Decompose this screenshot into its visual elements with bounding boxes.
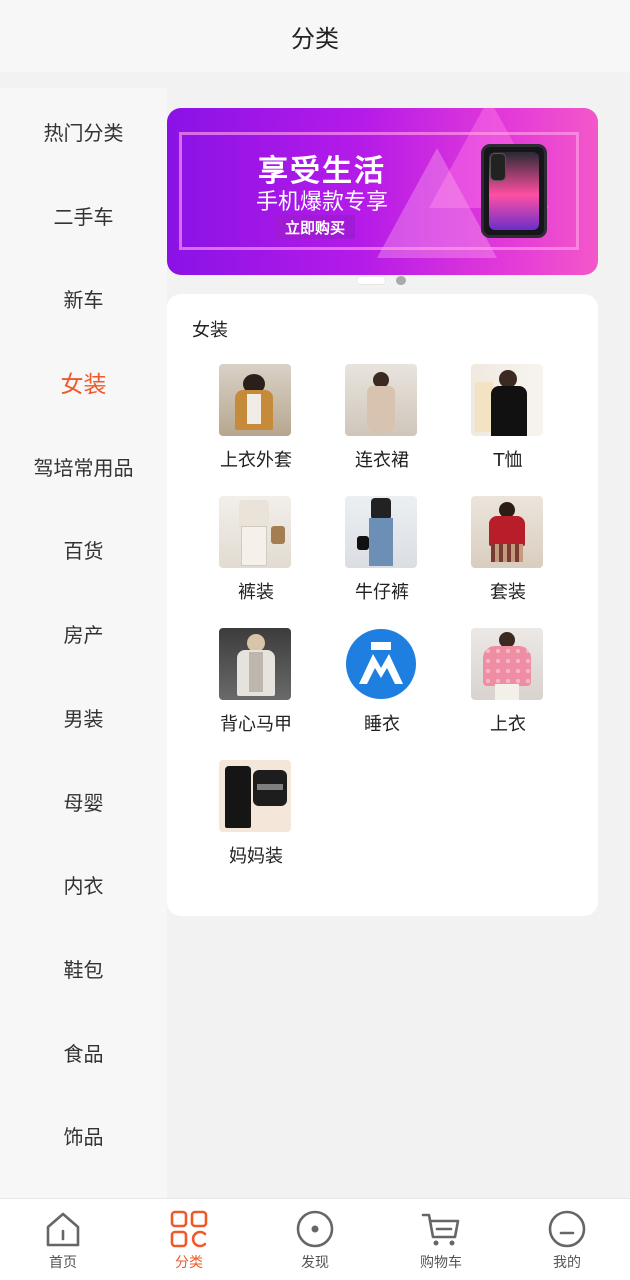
banner-subtitle: 手机爆款专享 (255, 190, 388, 215)
category-sidebar: 热门分类 二手车 新车 女装 驾培常用品 百货 房产 男装 母婴 内衣 鞋包 食… (0, 88, 167, 1198)
tab-discover[interactable]: 发现 (252, 1199, 378, 1280)
cart-icon (421, 1213, 460, 1246)
tab-label: 分类 (175, 1255, 203, 1271)
carousel-indicator[interactable] (356, 275, 416, 287)
subcategory-label: 套装 (490, 582, 526, 603)
dress-thumbnail (345, 364, 417, 436)
sidebar-item-baby[interactable]: 母婴 (0, 776, 167, 826)
subcategory-label: 上衣外套 (220, 450, 292, 471)
subcategory-item[interactable]: 上衣 (453, 628, 563, 748)
carousel-dot[interactable] (396, 276, 406, 285)
sidebar-item-underwear[interactable]: 内衣 (0, 859, 167, 909)
subcategory-item[interactable]: T恤 (453, 364, 563, 484)
subcategory-item[interactable]: 睡衣 (327, 628, 437, 748)
pink-sweater-thumbnail (471, 628, 543, 700)
subcategory-item[interactable]: 连衣裙 (327, 364, 437, 484)
subcategory-label: 裤装 (238, 582, 274, 603)
tab-label: 我的 (553, 1255, 581, 1271)
tab-label: 购物车 (420, 1255, 462, 1271)
subcategory-label: 背心马甲 (220, 714, 292, 735)
red-suit-thumbnail (471, 496, 543, 568)
sidebar-item-shoes-bags[interactable]: 鞋包 (0, 943, 167, 993)
subcategory-label: 连衣裙 (355, 450, 409, 471)
home-icon (46, 1212, 80, 1247)
panel-title: 女装 (192, 320, 228, 341)
bottom-tab-bar: 首页 分类 发现 购物车 我的 (0, 1198, 630, 1280)
subcategory-label: 妈妈装 (229, 846, 283, 867)
black-turtleneck-thumbnail (471, 364, 543, 436)
subcategory-item[interactable]: 套装 (453, 496, 563, 616)
brown-coat-thumbnail (219, 364, 291, 436)
jeans-thumbnail (345, 496, 417, 568)
white-pants-thumbnail (219, 496, 291, 568)
promo-banner[interactable]: 享受生活 手机爆款专享 立即购买 (167, 108, 598, 275)
sidebar-item-accessories[interactable]: 饰品 (0, 1110, 167, 1160)
subcategory-item[interactable]: 妈妈装 (201, 760, 311, 880)
sidebar-item-real-estate[interactable]: 房产 (0, 608, 167, 658)
brand-logo-thumbnail (345, 628, 417, 700)
sidebar-item-hot[interactable]: 热门分类 (0, 106, 167, 156)
tab-profile[interactable]: 我的 (504, 1199, 630, 1280)
top-bar: 分类 (0, 0, 630, 72)
subcategory-item[interactable]: 牛仔裤 (327, 496, 437, 616)
sidebar-item-womens-wear[interactable]: 女装 (0, 357, 167, 407)
subcategory-panel: 女装 上衣外套 连衣裙 T恤 裤装 牛仔裤 套装 背心马甲 睡衣 上衣 妈妈装 (167, 294, 598, 916)
tab-cart[interactable]: 购物车 (378, 1199, 504, 1280)
tab-home[interactable]: 首页 (0, 1199, 126, 1280)
sidebar-item-used-cars[interactable]: 二手车 (0, 190, 167, 240)
tab-category[interactable]: 分类 (126, 1199, 252, 1280)
sidebar-item-mens-wear[interactable]: 男装 (0, 692, 167, 742)
subcategory-label: 牛仔裤 (355, 582, 409, 603)
smartphone-image (481, 144, 547, 238)
buy-now-button[interactable]: 立即购买 (275, 215, 355, 239)
subcategory-item[interactable]: 背心马甲 (201, 628, 311, 748)
page-title: 分类 (291, 24, 339, 53)
tab-label: 首页 (49, 1255, 77, 1271)
subcategory-item[interactable]: 裤装 (201, 496, 311, 616)
profile-icon (548, 1210, 586, 1248)
carousel-dot-active[interactable] (356, 276, 386, 285)
sidebar-item-general[interactable]: 百货 (0, 524, 167, 574)
subcategory-label: T恤 (493, 450, 523, 471)
sidebar-item-food[interactable]: 食品 (0, 1027, 167, 1077)
grid-icon (170, 1210, 208, 1248)
tab-label: 发现 (301, 1255, 329, 1271)
vest-thumbnail (219, 628, 291, 700)
subcategory-item[interactable]: 上衣外套 (201, 364, 311, 484)
black-set-thumbnail (219, 760, 291, 832)
subcategory-label: 睡衣 (364, 714, 400, 735)
subcategory-label: 上衣 (490, 714, 526, 735)
sidebar-item-driving[interactable]: 驾培常用品 (0, 441, 167, 491)
compass-icon (296, 1210, 334, 1248)
sidebar-item-new-cars[interactable]: 新车 (0, 273, 167, 323)
